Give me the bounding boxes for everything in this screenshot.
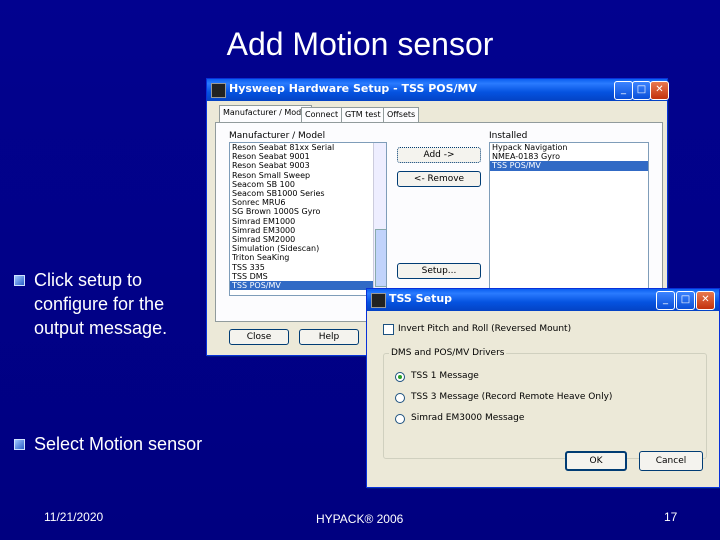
tss-setup-window: TSS Setup _ □ ✕ Invert Pitch and Roll (R… <box>366 288 720 488</box>
minimize-button[interactable]: _ <box>614 81 633 100</box>
list-item-selected[interactable]: TSS POS/MV <box>230 281 386 291</box>
list-item[interactable]: SG Brown 1000S Gyro <box>230 207 386 216</box>
app-icon <box>211 83 226 98</box>
help-button[interactable]: Help <box>299 329 359 345</box>
list-item[interactable]: Reson Seabat 81xx Serial <box>230 143 386 152</box>
radio-simrad-em3000-label: Simrad EM3000 Message <box>411 413 525 423</box>
add-button[interactable]: Add -> <box>397 147 481 163</box>
radio-tss1-label: TSS 1 Message <box>411 371 479 381</box>
bullet-text: Select Motion sensor <box>34 434 203 454</box>
list-item[interactable]: Reson Seabat 9001 <box>230 152 386 161</box>
list-item[interactable]: Triton SeaKing <box>230 253 386 262</box>
list-item[interactable]: Seacom SB1000 Series <box>230 189 386 198</box>
installed-list[interactable]: Hypack Navigation NMEA-0183 Gyro TSS POS… <box>489 142 649 296</box>
list-item[interactable]: TSS DMS <box>230 272 386 281</box>
close-window-button[interactable]: ✕ <box>696 291 715 310</box>
radio-tss1[interactable] <box>395 372 405 382</box>
minimize-button[interactable]: _ <box>656 291 675 310</box>
list-item[interactable]: Reson Small Sweep <box>230 171 386 180</box>
models-list[interactable]: Reson Seabat 81xx Serial Reson Seabat 90… <box>229 142 387 296</box>
invert-pitch-roll-checkbox[interactable] <box>383 324 394 335</box>
drivers-group <box>383 353 707 459</box>
window-title: TSS Setup <box>389 292 453 305</box>
list-item[interactable]: TSS 335 <box>230 263 386 272</box>
scrollbar-thumb[interactable] <box>375 229 386 287</box>
footer-page-number: 17 <box>664 510 678 524</box>
maximize-button[interactable]: □ <box>632 81 651 100</box>
maximize-button[interactable]: □ <box>676 291 695 310</box>
radio-tss3[interactable] <box>395 393 405 403</box>
tab-gtm-test[interactable]: GTM test <box>341 107 385 122</box>
slide-background: Add Motion sensor Click setup to configu… <box>0 0 720 540</box>
window-title: Hysweep Hardware Setup - TSS POS/MV <box>229 82 478 95</box>
tss-setup-titlebar[interactable]: TSS Setup _ □ ✕ <box>367 289 719 311</box>
manufacturer-model-label: Manufacturer / Model <box>229 131 326 141</box>
bullet-square-icon <box>14 439 25 450</box>
hardware-setup-titlebar[interactable]: Hysweep Hardware Setup - TSS POS/MV _ □ … <box>207 79 669 101</box>
radio-tss3-label: TSS 3 Message (Record Remote Heave Only) <box>411 392 613 402</box>
models-scrollbar[interactable] <box>373 143 386 295</box>
tab-connect[interactable]: Connect <box>301 107 343 122</box>
tab-manufacturer-model[interactable]: Manufacturer / Model <box>219 105 313 123</box>
list-item[interactable]: Sonrec MRU6 <box>230 198 386 207</box>
footer-date: 11/21/2020 <box>44 510 104 524</box>
list-item[interactable]: Simrad EM1000 <box>230 217 386 226</box>
radio-simrad-em3000[interactable] <box>395 414 405 424</box>
bullet-square-icon <box>14 275 25 286</box>
bullet-text: Click setup to configure for the output … <box>34 270 168 338</box>
list-item[interactable]: NMEA-0183 Gyro <box>490 152 648 161</box>
ok-button[interactable]: OK <box>565 451 627 471</box>
drivers-group-label: DMS and POS/MV Drivers <box>389 348 507 358</box>
slide-title: Add Motion sensor <box>226 26 494 62</box>
app-icon <box>371 293 386 308</box>
tab-offsets[interactable]: Offsets <box>383 107 420 122</box>
remove-button[interactable]: <- Remove <box>397 171 481 187</box>
list-item-selected[interactable]: TSS POS/MV <box>490 161 648 171</box>
list-item[interactable]: Reson Seabat 9003 <box>230 161 386 170</box>
list-item[interactable]: Seacom SB 100 <box>230 180 386 189</box>
list-item[interactable]: Hypack Navigation <box>490 143 648 152</box>
list-item[interactable]: Simrad SM2000 <box>230 235 386 244</box>
footer-center: HYPACK® 2006 <box>316 512 404 526</box>
list-item[interactable]: Simrad EM3000 <box>230 226 386 235</box>
invert-pitch-roll-label: Invert Pitch and Roll (Reversed Mount) <box>398 324 572 334</box>
setup-button[interactable]: Setup... <box>397 263 481 279</box>
list-item[interactable]: Simulation (Sidescan) <box>230 244 386 253</box>
installed-label: Installed <box>489 131 528 141</box>
close-button[interactable]: Close <box>229 329 289 345</box>
cancel-button[interactable]: Cancel <box>639 451 703 471</box>
close-window-button[interactable]: ✕ <box>650 81 669 100</box>
